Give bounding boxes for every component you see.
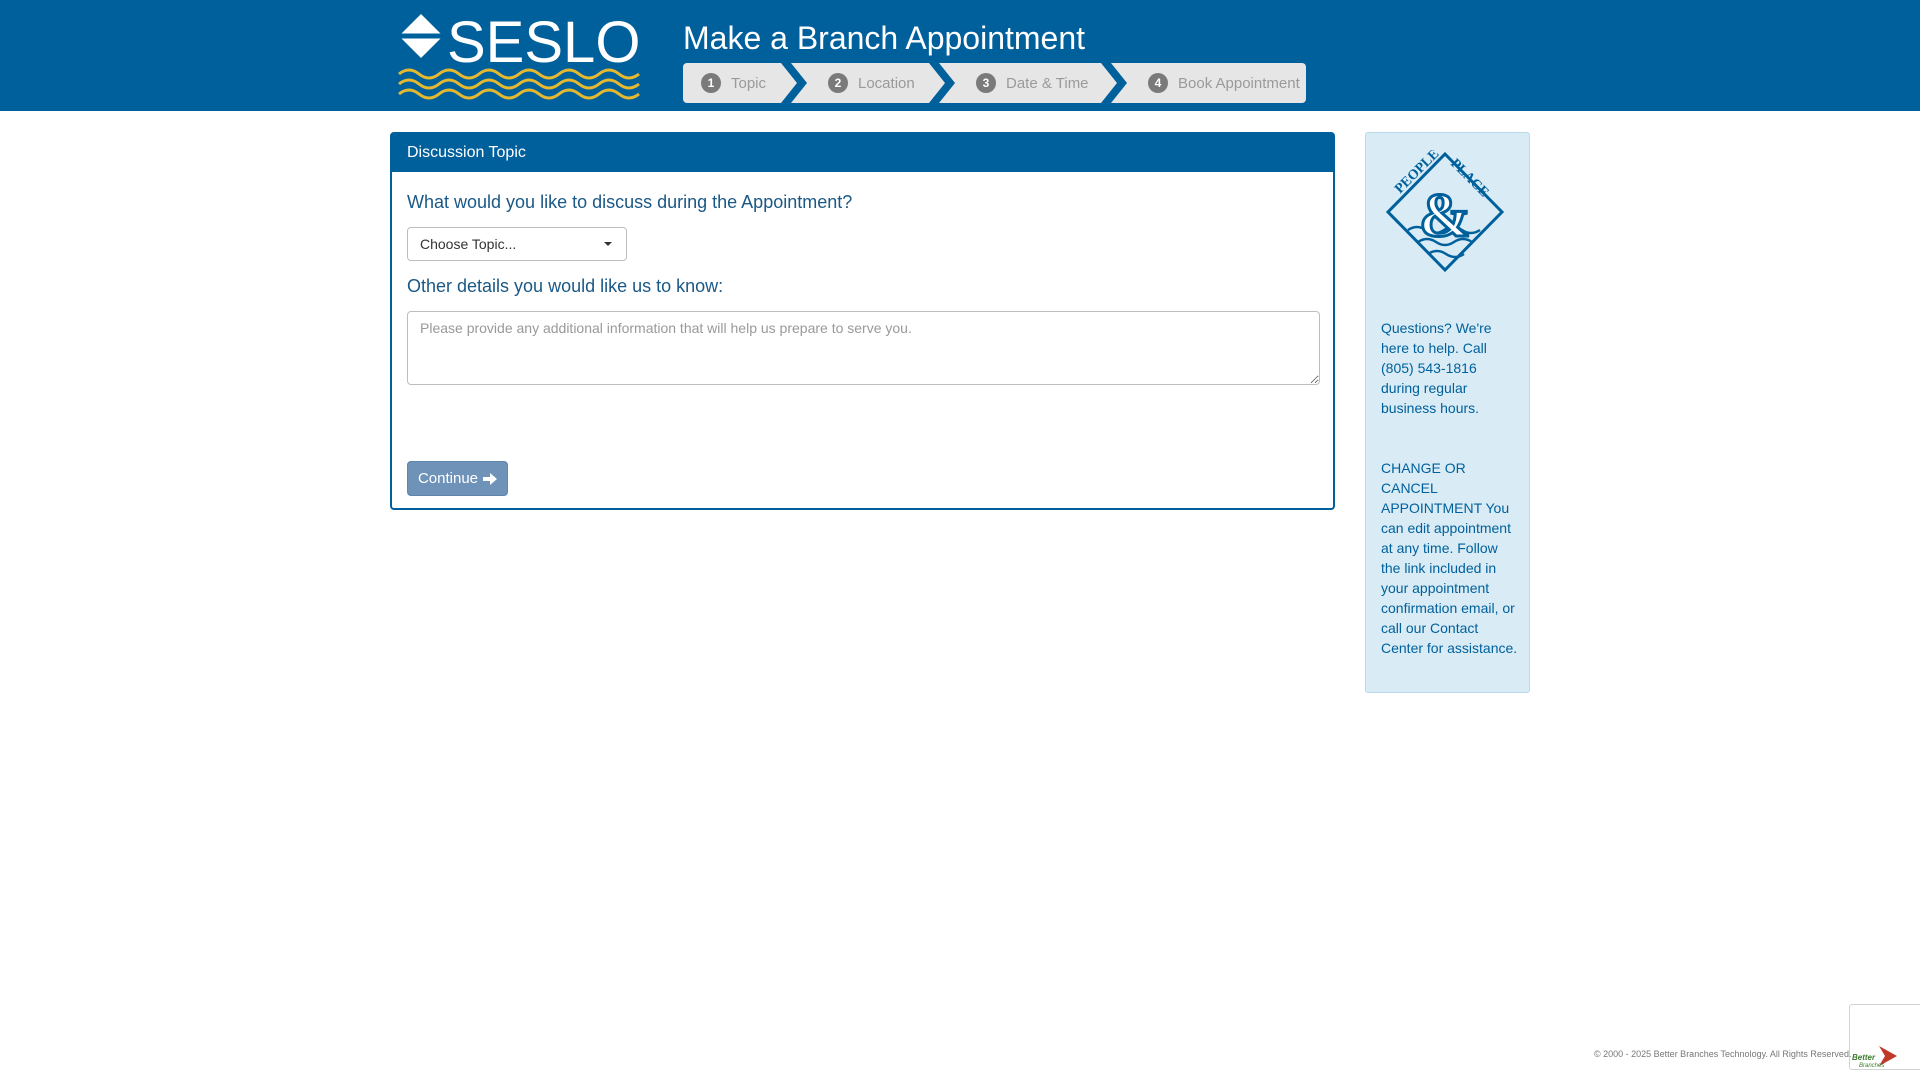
step-date-time: 3 Date & Time (976, 63, 1089, 103)
details-textarea[interactable] (407, 311, 1320, 385)
step-book-appointment: 4 Book Appointment (1148, 63, 1300, 103)
step-location: 2 Location (828, 63, 915, 103)
step-label: Location (858, 74, 915, 92)
help-sidebar: PEOPLE PLACE & Questions? We're here to … (1365, 132, 1530, 693)
svg-text:SESLOC: SESLOC (447, 12, 641, 75)
panel-heading: Discussion Topic (392, 134, 1333, 172)
page-title: Make a Branch Appointment (683, 20, 1086, 56)
progress-steps: 1 Topic 2 Location 3 Date & Time 4 Book … (683, 63, 1306, 103)
arrow-right-icon (483, 472, 498, 485)
discussion-topic-panel: Discussion Topic What would you like to … (390, 132, 1335, 510)
caret-down-icon (604, 242, 612, 246)
step-label: Book Appointment (1178, 74, 1300, 92)
step-number: 2 (828, 73, 848, 93)
svg-text:Better: Better (1852, 1053, 1876, 1062)
svg-text:&: & (1419, 182, 1471, 250)
footer-copyright: © 2000 - 2025 Better Branches Technology… (1594, 1049, 1852, 1059)
topic-dropdown-value: Choose Topic... (420, 236, 517, 252)
people-place-badge: PEOPLE PLACE & (1385, 150, 1505, 273)
header-bar: SESLOC Make a Branch Appointment 1 Topic… (0, 0, 1920, 111)
change-cancel-text: CHANGE OR CANCEL APPOINTMENT You can edi… (1381, 460, 1518, 656)
continue-label: Continue (417, 470, 479, 487)
sesloc-logo[interactable]: SESLOC (397, 12, 641, 100)
svg-text:Branches: Branches (1859, 1063, 1884, 1069)
step-number: 4 (1148, 73, 1168, 93)
step-number: 3 (976, 73, 996, 93)
step-topic: 1 Topic (701, 63, 766, 103)
topic-question: What would you like to discuss during th… (407, 192, 853, 212)
details-label: Other details you would like us to know: (407, 276, 724, 296)
help-text: Questions? We're here to help. Call (805… (1381, 320, 1492, 416)
better-branches-logo[interactable]: Better Branches (1849, 1043, 1905, 1069)
continue-button[interactable]: Continue (407, 461, 508, 496)
step-label: Topic (731, 74, 767, 92)
topic-dropdown[interactable]: Choose Topic... (407, 227, 627, 261)
step-number: 1 (701, 73, 721, 93)
step-label: Date & Time (1006, 74, 1089, 92)
